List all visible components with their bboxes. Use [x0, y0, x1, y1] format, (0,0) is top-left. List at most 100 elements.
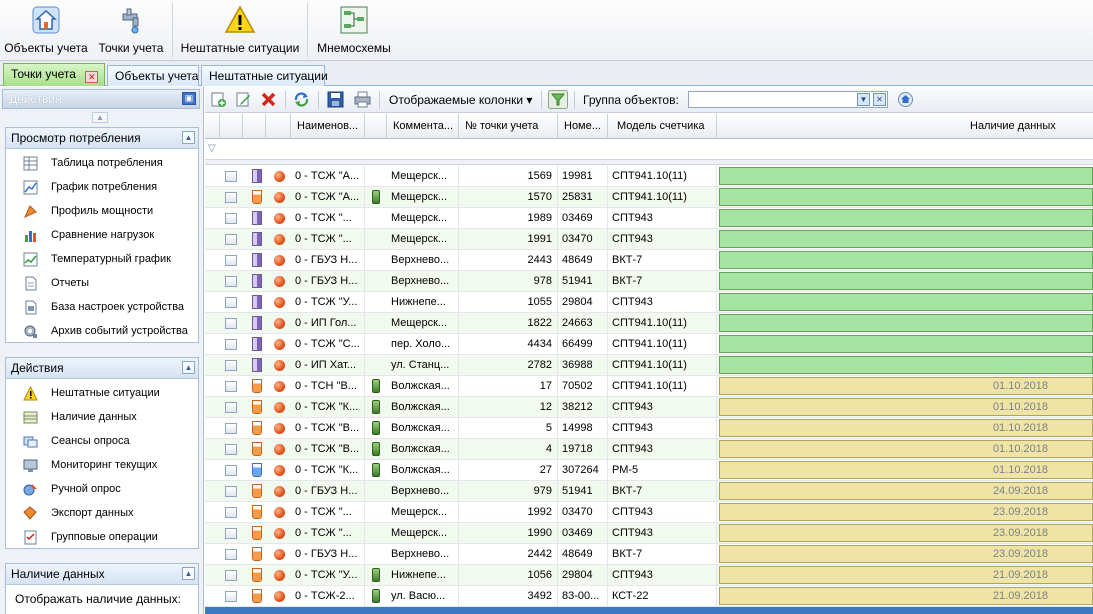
table-row[interactable]: 0 - ТСЖ "У... Нижнепе... 1056 29804 СПТ943 21…	[205, 565, 1093, 586]
row-checkbox[interactable]	[225, 381, 237, 392]
chevron-up-icon[interactable]: ▲	[182, 131, 195, 144]
cell-point-number: 27	[459, 460, 558, 480]
delete-icon[interactable]	[260, 91, 277, 108]
row-checkbox[interactable]	[225, 423, 237, 434]
table-row[interactable]: 0 - ТСЖ-2... ул. Васю... 3492 83-00... КСТ-2…	[205, 586, 1093, 607]
action-data-availability[interactable]: Наличие данных	[6, 406, 198, 430]
row-checkbox[interactable]	[225, 570, 237, 581]
table-row[interactable]: 0 - ГБУЗ Н... Верхнево... 2443 48649 ВКТ-7	[205, 250, 1093, 271]
row-checkbox[interactable]	[225, 171, 237, 182]
save-icon[interactable]	[327, 91, 344, 108]
chevron-up-icon[interactable]: ▲	[182, 361, 195, 374]
group-header[interactable]: Просмотр потребления ▲	[6, 128, 198, 149]
action-load-comparison[interactable]: Сравнение нагрузок	[6, 224, 198, 248]
row-checkbox[interactable]	[225, 360, 237, 371]
pin-icon[interactable]: ▣	[182, 92, 196, 105]
action-group-operations[interactable]: Групповые операции	[6, 526, 198, 550]
action-current-monitoring[interactable]: Мониторинг текущих	[6, 454, 198, 478]
table-row[interactable]: 0 - ТСЖ "А... Мещерск... 1570 25831 СПТ941.1…	[205, 187, 1093, 208]
close-icon[interactable]: ✕	[85, 71, 99, 83]
row-checkbox[interactable]	[225, 549, 237, 560]
action-temperature-chart[interactable]: Температурный график	[6, 248, 198, 272]
table-row[interactable]: 0 - ГБУЗ Н... Верхнево... 978 51941 ВКТ-7	[205, 271, 1093, 292]
row-checkbox[interactable]	[225, 213, 237, 224]
table-row[interactable]: 0 - ТСЖ "С... пер. Холо... 4434 66499 СПТ941…	[205, 334, 1093, 355]
header-name[interactable]: Наименов...	[291, 114, 365, 139]
table-row[interactable]: 0 - ТСЖ "... Мещерск... 1992 03470 СПТ943 23.…	[205, 502, 1093, 523]
edit-icon[interactable]	[235, 91, 252, 108]
action-consumption-table[interactable]: Таблица потребления	[6, 152, 198, 176]
action-data-export[interactable]: Экспорт данных	[6, 502, 198, 526]
action-emergencies[interactable]: Нештатные ситуации	[6, 382, 198, 406]
tab-emergencies[interactable]: Нештатные ситуации	[201, 65, 328, 86]
table-row[interactable]: 0 - ИП Гол... Мещерск... 1822 24663 СПТ941.1…	[205, 313, 1093, 334]
action-reports[interactable]: Отчеты	[6, 272, 198, 296]
header-number[interactable]: Номе...	[558, 114, 608, 139]
header-meter-model[interactable]: Модель счетчика	[608, 114, 717, 139]
row-checkbox[interactable]	[225, 297, 237, 308]
row-checkbox[interactable]	[225, 465, 237, 476]
object-group-combo[interactable]: ▼ ✕	[688, 91, 888, 108]
chevron-up-icon[interactable]: ▲	[182, 567, 195, 580]
table-row[interactable]: 0 - ТСЖ "У... Нижнепе... 1055 29804 СПТ943	[205, 292, 1093, 313]
row-checkbox[interactable]	[225, 444, 237, 455]
action-power-profile[interactable]: Профиль мощности	[6, 200, 198, 224]
row-checkbox[interactable]	[225, 192, 237, 203]
action-device-settings-base[interactable]: База настроек устройства	[6, 296, 198, 320]
row-checkbox[interactable]	[225, 234, 237, 245]
chevron-down-icon[interactable]: ▼	[857, 93, 870, 106]
row-checkbox[interactable]	[225, 591, 237, 602]
group-header[interactable]: Действия ▲	[6, 358, 198, 379]
table-row[interactable]: 0 - ТСЖ "В... Волжская... 4 19718 СПТ943 01.1…	[205, 439, 1093, 460]
table-row[interactable]: 0 - ТСЖ "К... Волжская... 27 307264 РМ-5 01.1…	[205, 460, 1093, 481]
cell-point-number: 1989	[459, 208, 558, 228]
table-row[interactable]: 0 - ТСЖ "К... Волжская... 12 38212 СПТ943 01.…	[205, 397, 1093, 418]
row-checkbox[interactable]	[225, 507, 237, 518]
group-header[interactable]: Наличие данных ▲	[6, 564, 198, 585]
row-checkbox[interactable]	[225, 276, 237, 287]
table-row[interactable]: 0 - ТСН "В... Волжская... 17 70502 СПТ941.10…	[205, 376, 1093, 397]
action-poll-sessions[interactable]: Сеансы опроса	[6, 430, 198, 454]
row-checkbox[interactable]	[225, 318, 237, 329]
tab-accounting-objects[interactable]: Объекты учета	[107, 65, 199, 86]
row-checkbox[interactable]	[225, 486, 237, 497]
action-consumption-chart[interactable]: График потребления	[6, 176, 198, 200]
print-icon[interactable]	[354, 91, 371, 108]
clear-icon[interactable]: ✕	[873, 93, 886, 106]
scroll-up-button[interactable]: ▲	[92, 112, 108, 123]
filter-row[interactable]: ▽	[205, 139, 1093, 160]
cell-name: 0 - ТСЖ "...	[291, 502, 365, 522]
ribbon-button-metering-points[interactable]: Точки учета	[92, 0, 170, 60]
table-row[interactable]: 0 - ТСЖ "... Мещерск... 1989 03469 СПТ943	[205, 208, 1093, 229]
refresh-icon[interactable]	[293, 91, 310, 108]
action-device-event-archive[interactable]: Архив событий устройства	[6, 320, 198, 344]
header-point-number[interactable]: № точки учета	[459, 114, 558, 139]
home-icon[interactable]	[897, 91, 914, 108]
status-icon	[274, 507, 285, 518]
table-row[interactable]: 0 - ГБУЗ Н... Верхнево... 979 51941 ВКТ-7 24.…	[205, 481, 1093, 502]
add-icon[interactable]	[210, 91, 227, 108]
columns-dropdown[interactable]: Отображаемые колонки ▾	[389, 93, 532, 107]
table-row[interactable]: 0 - ТСЖ "В... Волжская... 5 14998 СПТ943 01.1…	[205, 418, 1093, 439]
cell-name: 0 - ТСЖ "А...	[291, 187, 365, 207]
selected-row-partial[interactable]	[205, 607, 1093, 614]
row-checkbox[interactable]	[225, 528, 237, 539]
table-row[interactable]: 0 - ИП Хат... ул. Станц... 2782 36988 СПТ941…	[205, 355, 1093, 376]
row-checkbox[interactable]	[225, 402, 237, 413]
tab-metering-points[interactable]: Точки учета ✕	[3, 63, 105, 86]
row-checkbox[interactable]	[225, 339, 237, 350]
table-row[interactable]: 0 - ТСЖ "... Мещерск... 1991 03470 СПТ943	[205, 229, 1093, 250]
header-comment[interactable]: Коммента...	[387, 114, 459, 139]
table-row[interactable]: 0 - ТСЖ "А... Мещерск... 1569 19981 СПТ941.1…	[205, 166, 1093, 187]
ribbon-button-emergencies[interactable]: Нештатные ситуации	[176, 0, 304, 60]
table-row[interactable]: 0 - ТСЖ "... Мещерск... 1990 03469 СПТ943 23.…	[205, 523, 1093, 544]
ribbon-button-accounting-objects[interactable]: Объекты учета	[0, 0, 92, 60]
ribbon-button-mnemonic-schemes[interactable]: Мнемосхемы	[311, 0, 397, 60]
row-checkbox[interactable]	[225, 255, 237, 266]
header-data-availability[interactable]: Наличие данных	[717, 114, 1093, 139]
filter-icon[interactable]	[548, 90, 568, 109]
table-row[interactable]: 0 - ГБУЗ Н... Верхнево... 2442 48649 ВКТ-7 23…	[205, 544, 1093, 565]
cell-comment: Мещерск...	[387, 523, 459, 543]
actions-panel-title: Действия	[9, 92, 62, 106]
action-manual-poll[interactable]: Ручной опрос	[6, 478, 198, 502]
